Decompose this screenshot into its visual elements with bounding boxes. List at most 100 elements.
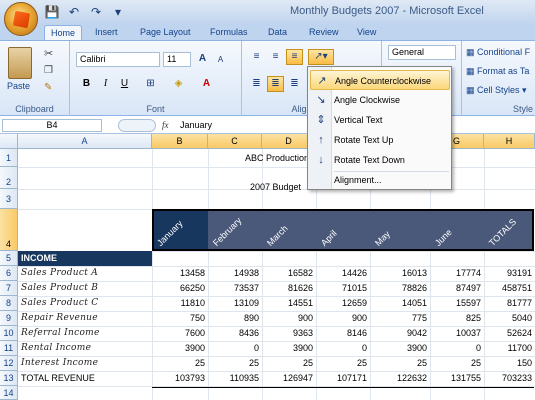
value-cell[interactable]: 900 <box>316 313 367 323</box>
value-cell[interactable]: 66250 <box>152 283 205 293</box>
value-cell[interactable]: 17774 <box>430 268 481 278</box>
value-cell[interactable]: 11700 <box>484 343 532 353</box>
row-label[interactable]: Interest Income <box>21 358 98 368</box>
worksheet-grid[interactable]: A B C D E F G H 1 2 3 4 5 6 7 8 9 10 11 … <box>0 134 535 400</box>
value-cell[interactable]: 8436 <box>208 328 259 338</box>
font-color-icon[interactable]: A <box>198 76 215 92</box>
total-cell[interactable]: 122632 <box>370 373 427 383</box>
redo-icon[interactable]: ↷ <box>88 5 104 19</box>
tab-home[interactable]: Home <box>44 25 83 40</box>
name-box[interactable]: B4 <box>2 119 102 132</box>
paste-button[interactable]: Paste <box>7 81 30 91</box>
value-cell[interactable]: 93191 <box>484 268 532 278</box>
borders-icon[interactable]: ⊞ <box>142 76 159 92</box>
value-cell[interactable]: 0 <box>316 343 367 353</box>
row-label[interactable]: Rental Income <box>21 343 91 353</box>
value-cell[interactable]: 15597 <box>430 298 481 308</box>
top-align-icon[interactable]: ≡ <box>248 49 265 65</box>
value-cell[interactable]: 25 <box>430 358 481 368</box>
menu-item-rotate-text-down[interactable]: ↓ Rotate Text Down <box>310 150 450 170</box>
grow-font-button[interactable]: A <box>194 51 211 67</box>
total-cell[interactable]: 107171 <box>316 373 367 383</box>
tab-formulas[interactable]: Formulas <box>204 25 254 40</box>
value-cell[interactable]: 11810 <box>152 298 205 308</box>
value-cell[interactable]: 3900 <box>262 343 313 353</box>
row-header[interactable]: 3 <box>0 189 18 209</box>
shrink-font-button[interactable]: A <box>212 52 229 68</box>
undo-icon[interactable]: ↶ <box>66 5 82 19</box>
row-header[interactable]: 10 <box>0 326 18 341</box>
total-cell[interactable]: 110935 <box>208 373 259 383</box>
value-cell[interactable]: 73537 <box>208 283 259 293</box>
fill-color-icon[interactable]: ◈ <box>170 76 187 92</box>
menu-item-angle-clockwise[interactable]: ↘ Angle Clockwise <box>310 90 450 110</box>
value-cell[interactable]: 0 <box>430 343 481 353</box>
cell-styles-button[interactable]: ▦ Cell Styles ▾ <box>466 85 527 96</box>
total-cell[interactable]: 103793 <box>152 373 205 383</box>
value-cell[interactable]: 14051 <box>370 298 427 308</box>
cut-icon[interactable]: ✂ <box>44 47 53 60</box>
value-cell[interactable]: 81626 <box>262 283 313 293</box>
value-cell[interactable]: 25 <box>370 358 427 368</box>
save-icon[interactable]: 💾 <box>44 5 60 19</box>
row-header[interactable]: 5 <box>0 251 18 266</box>
value-cell[interactable]: 25 <box>262 358 313 368</box>
value-cell[interactable]: 14938 <box>208 268 259 278</box>
value-cell[interactable]: 150 <box>484 358 532 368</box>
tab-view[interactable]: View <box>351 25 382 40</box>
value-cell[interactable]: 9363 <box>262 328 313 338</box>
row-header[interactable]: 9 <box>0 311 18 326</box>
value-cell[interactable]: 87497 <box>430 283 481 293</box>
value-cell[interactable]: 825 <box>430 313 481 323</box>
menu-item-alignment-settings[interactable]: Alignment... <box>310 170 450 190</box>
font-name-box[interactable]: Calibri <box>76 52 160 67</box>
value-cell[interactable]: 12659 <box>316 298 367 308</box>
total-cell[interactable]: 131755 <box>430 373 481 383</box>
value-cell[interactable]: 13109 <box>208 298 259 308</box>
value-cell[interactable]: 9042 <box>370 328 427 338</box>
customize-qat-icon[interactable]: ▾ <box>110 5 126 19</box>
conditional-formatting-button[interactable]: ▦ Conditional F <box>466 47 530 58</box>
menu-item-rotate-text-up[interactable]: ↑ Rotate Text Up <box>310 130 450 150</box>
column-header[interactable]: C <box>208 134 262 149</box>
format-painter-icon[interactable]: ✎ <box>44 82 52 93</box>
office-button[interactable] <box>4 2 38 36</box>
value-cell[interactable]: 3900 <box>370 343 427 353</box>
column-header[interactable]: H <box>484 134 535 149</box>
value-cell[interactable]: 5040 <box>484 313 532 323</box>
value-cell[interactable]: 775 <box>370 313 427 323</box>
value-cell[interactable]: 71015 <box>316 283 367 293</box>
font-size-box[interactable]: 11 <box>163 52 191 67</box>
formula-bar-expander[interactable] <box>118 119 156 132</box>
value-cell[interactable]: 25 <box>208 358 259 368</box>
row-header[interactable]: 12 <box>0 356 18 371</box>
row-header[interactable]: 1 <box>0 149 18 167</box>
value-cell[interactable]: 78826 <box>370 283 427 293</box>
total-cell[interactable]: 126947 <box>262 373 313 383</box>
row-header[interactable]: 14 <box>0 386 18 400</box>
menu-item-vertical-text[interactable]: ⇕ Vertical Text <box>310 110 450 130</box>
row-header[interactable]: 11 <box>0 341 18 356</box>
tab-page-layout[interactable]: Page Layout <box>134 25 197 40</box>
row-label[interactable]: Referral Income <box>21 328 100 338</box>
value-cell[interactable]: 900 <box>262 313 313 323</box>
value-cell[interactable]: 13458 <box>152 268 205 278</box>
column-header[interactable]: B <box>152 134 208 149</box>
tab-insert[interactable]: Insert <box>89 25 124 40</box>
row-label[interactable]: Sales Product A <box>21 268 98 278</box>
value-cell[interactable]: 52624 <box>484 328 532 338</box>
underline-button[interactable]: U <box>116 76 133 92</box>
italic-button[interactable]: I <box>97 76 114 92</box>
format-as-table-button[interactable]: ▦ Format as Ta <box>466 66 529 77</box>
total-revenue-label[interactable]: TOTAL REVENUE <box>21 373 95 383</box>
copy-icon[interactable]: ❐ <box>44 65 53 76</box>
tab-data[interactable]: Data <box>262 25 293 40</box>
value-cell[interactable]: 7600 <box>152 328 205 338</box>
row-header[interactable]: 2 <box>0 167 18 189</box>
row-header[interactable]: 13 <box>0 371 18 386</box>
row-header[interactable]: 7 <box>0 281 18 296</box>
value-cell[interactable]: 8146 <box>316 328 367 338</box>
tab-review[interactable]: Review <box>303 25 345 40</box>
middle-align-icon[interactable]: ≡ <box>267 49 284 65</box>
select-all-corner[interactable] <box>0 134 18 149</box>
